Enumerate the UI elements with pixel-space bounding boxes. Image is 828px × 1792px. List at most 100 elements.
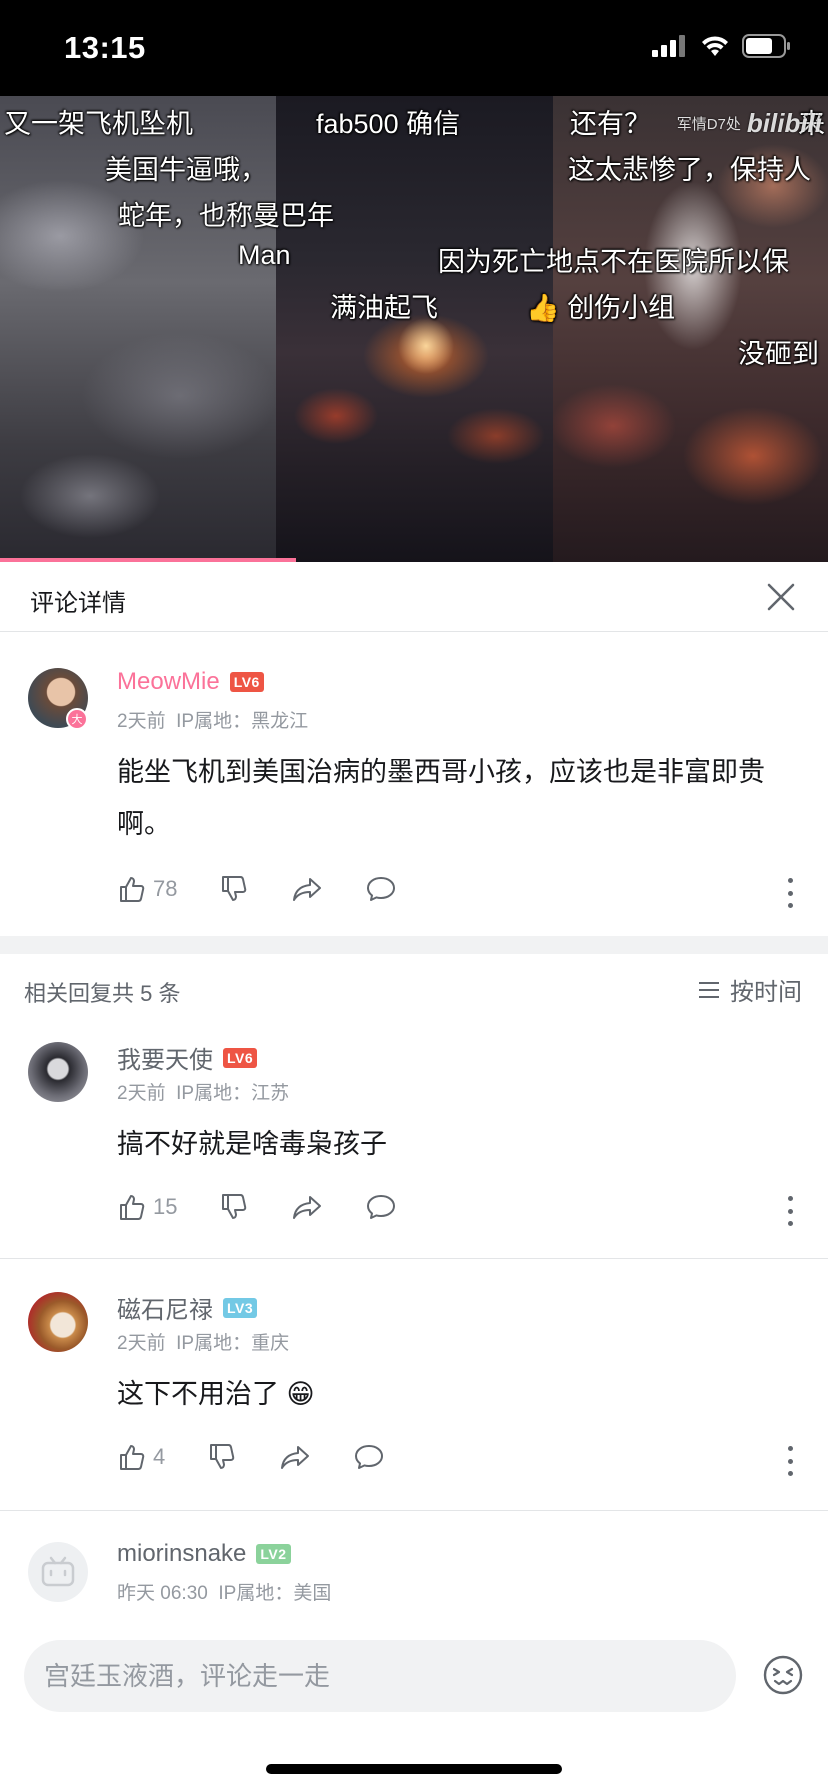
- share-button[interactable]: [279, 1442, 311, 1472]
- more-options-icon[interactable]: [786, 1446, 794, 1476]
- comment-text: 搞不好就是啥毒枭孩子: [117, 1129, 387, 1159]
- status-icons: [652, 34, 792, 58]
- danmaku: 又一架飞机坠机: [4, 109, 193, 139]
- username[interactable]: 磁石尼禄: [117, 1290, 213, 1325]
- share-button[interactable]: [291, 1192, 323, 1222]
- like-button[interactable]: 4: [117, 1442, 165, 1472]
- video-player[interactable]: 又一架飞机坠机 fab500 确信 还有？ 来 美国牛逼哦， 这太悲惨了，保持人…: [0, 96, 828, 562]
- page-title: 评论详情: [30, 590, 126, 617]
- level-badge: LV6: [223, 1047, 258, 1068]
- share-icon: [293, 878, 322, 901]
- list-icon: [699, 981, 719, 998]
- emoji-icon[interactable]: [762, 1654, 804, 1696]
- more-options-icon[interactable]: [786, 878, 794, 908]
- replies-count: 相关回复共 5 条: [24, 981, 181, 1006]
- comment-text-row: 这下不用治了 😁: [117, 1368, 787, 1420]
- thumbs-up-icon: [120, 1195, 145, 1220]
- comment-meta: 2天前 IP属地：重庆: [117, 1328, 289, 1355]
- danmaku: 因为死亡地点不在医院所以保: [438, 247, 789, 277]
- status-time: 13:15: [64, 30, 146, 65]
- comment-meta: 昨天 06:30 IP属地：美国: [117, 1578, 331, 1605]
- comment-text: 能坐飞机到美国治病的墨西哥小孩，应该也是非富即贵啊。: [117, 757, 765, 839]
- thumbs-up-icon: [120, 877, 145, 902]
- channel-watermark: 军情D7处 bilibili: [677, 108, 822, 139]
- grin-emoji: 😁: [286, 1379, 315, 1409]
- cellular-signal-icon: [652, 35, 685, 57]
- level-badge: LV3: [223, 1297, 258, 1318]
- replies-header: 相关回复共 5 条 按时间: [0, 956, 828, 1022]
- avatar[interactable]: [28, 1542, 88, 1602]
- status-bar: 13:15: [0, 0, 828, 96]
- danmaku: fab500 确信: [316, 109, 461, 139]
- dislike-button[interactable]: [219, 874, 249, 904]
- comment-username-row: 我要天使 LV6: [117, 1040, 258, 1075]
- reply-item: miorinsnake LV2 昨天 06:30 IP属地：美国: [0, 1522, 828, 1626]
- comment-meta: 2天前 IP属地：黑龙江: [117, 706, 308, 733]
- comment-ip: IP属地：美国: [218, 1583, 332, 1604]
- comment-time: 昨天 06:30: [117, 1583, 208, 1604]
- avatar[interactable]: [28, 1042, 88, 1102]
- bilibili-logo: bilibili: [746, 108, 822, 138]
- comment-ip: IP属地：江苏: [176, 1083, 290, 1104]
- comment-actions: 15: [117, 1192, 439, 1222]
- like-count: 15: [153, 1194, 178, 1219]
- comment-bubble-icon: [367, 1195, 396, 1219]
- sort-button[interactable]: 按时间: [698, 972, 802, 1007]
- comment-time: 2天前: [117, 711, 166, 732]
- wifi-icon: [702, 36, 728, 56]
- share-button[interactable]: [291, 874, 323, 904]
- danmaku: 还有？: [570, 109, 651, 139]
- vip-badge: 大: [66, 708, 88, 730]
- comment-actions: 78: [117, 874, 439, 904]
- comment-meta: 2天前 IP属地：江苏: [117, 1078, 289, 1105]
- close-icon[interactable]: [762, 578, 800, 616]
- comment-bubble-icon: [355, 1445, 384, 1469]
- thumbs-down-icon: [210, 1444, 235, 1469]
- home-indicator: [266, 1764, 562, 1774]
- main-comment: 大 MeowMie LV6 2天前 IP属地：黑龙江 能坐飞机到美国治病的墨西哥…: [0, 632, 828, 932]
- level-badge: LV2: [256, 1544, 291, 1564]
- comment-ip: IP属地：重庆: [176, 1333, 290, 1354]
- danmaku: 美国牛逼哦，: [105, 155, 267, 185]
- comment-bubble-icon: [367, 877, 396, 901]
- more-options-icon[interactable]: [786, 1196, 794, 1226]
- like-button[interactable]: 78: [117, 874, 177, 904]
- danmaku: 这太悲惨了，保持人: [568, 155, 811, 185]
- row-divider: [0, 1510, 828, 1511]
- thumbs-down-icon: [222, 876, 247, 901]
- username[interactable]: 我要天使: [117, 1040, 213, 1075]
- like-button[interactable]: 15: [117, 1192, 177, 1222]
- comment-input[interactable]: [24, 1640, 736, 1712]
- danmaku: 满油起飞: [330, 293, 438, 323]
- danmaku: 蛇年，也称曼巴年: [118, 201, 334, 231]
- share-icon: [293, 1196, 322, 1219]
- avatar[interactable]: [28, 1292, 88, 1352]
- reply-button[interactable]: [365, 874, 397, 904]
- danmaku: Man: [238, 240, 291, 270]
- default-avatar-icon: [41, 1556, 75, 1587]
- level-badge: LV6: [229, 672, 264, 692]
- comment-username-row: MeowMie LV6: [117, 668, 264, 696]
- like-count: 78: [153, 876, 178, 901]
- reply-button[interactable]: [365, 1192, 397, 1222]
- comment-detail-header: 评论详情: [0, 562, 828, 632]
- comment-username-row: 磁石尼禄 LV3: [117, 1290, 258, 1325]
- username[interactable]: miorinsnake: [117, 1540, 246, 1568]
- video-frame-center: [276, 96, 553, 562]
- dislike-button[interactable]: [219, 1192, 249, 1222]
- username[interactable]: MeowMie: [117, 668, 220, 696]
- row-divider: [0, 1258, 828, 1259]
- battery-icon: [742, 34, 790, 58]
- comment-ip: IP属地：黑龙江: [176, 711, 309, 732]
- comment-time: 2天前: [117, 1083, 166, 1104]
- section-divider: [0, 936, 828, 954]
- comment-text: 这下不用治了: [117, 1379, 279, 1409]
- reply-button[interactable]: [353, 1442, 385, 1472]
- danmaku: 👍 创伤小组: [526, 293, 676, 323]
- reply-item: 磁石尼禄 LV3 2天前 IP属地：重庆 这下不用治了 😁 4: [0, 1272, 828, 1508]
- comment-actions: 4: [117, 1442, 427, 1472]
- like-count: 4: [153, 1444, 166, 1469]
- thumbs-down-icon: [222, 1194, 247, 1219]
- thumbs-up-icon: [120, 1445, 145, 1470]
- dislike-button[interactable]: [207, 1442, 237, 1472]
